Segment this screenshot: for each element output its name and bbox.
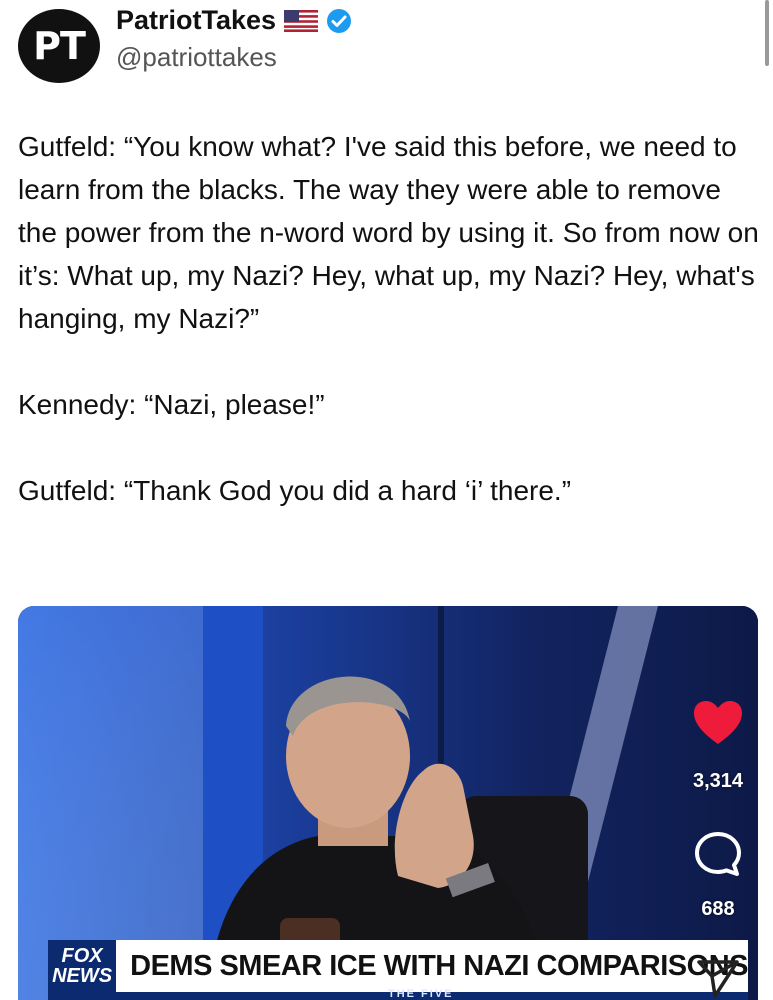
share-paper-plane-icon <box>697 960 739 998</box>
show-name: THE FIVE <box>388 988 454 1000</box>
comment-button[interactable] <box>670 830 766 880</box>
tweet-text: Gutfeld: “You know what? I've said this … <box>18 125 763 512</box>
handle[interactable]: @patriottakes <box>116 42 277 73</box>
share-button[interactable] <box>670 956 766 1000</box>
tweet-paragraph: Gutfeld: “You know what? I've said this … <box>18 131 759 334</box>
us-flag-icon <box>284 9 319 32</box>
comment-count-wrap: 688 <box>670 898 766 921</box>
heart-icon <box>694 701 742 744</box>
like-count: 3,314 <box>692 770 744 792</box>
like-count-wrap: 3,314 <box>670 770 766 793</box>
logo-line: FOX <box>61 945 103 967</box>
verified-badge-icon <box>327 8 352 33</box>
display-name-row: PatriotTakes <box>116 5 352 36</box>
video-player[interactable]: FOX NEWS DEMS SMEAR ICE WITH NAZI COMPAR… <box>18 606 758 1000</box>
tweet-paragraph: Kennedy: “Nazi, please!” <box>18 389 325 420</box>
chyron-headline: DEMS SMEAR ICE WITH NAZI COMPARISONS <box>130 949 748 982</box>
logo-line: NEWS <box>52 965 113 987</box>
fox-news-logo: FOX NEWS <box>48 940 117 992</box>
comment-bubble-icon <box>695 832 741 876</box>
scrollbar[interactable] <box>765 0 769 66</box>
comment-count: 688 <box>701 898 735 920</box>
display-name[interactable]: PatriotTakes <box>116 5 276 36</box>
avatar[interactable]: PT <box>18 9 100 83</box>
tweet-paragraph: Gutfeld: “Thank God you did a hard ‘i’ t… <box>18 475 572 506</box>
like-button[interactable] <box>670 700 766 746</box>
news-chyron: FOX NEWS DEMS SMEAR ICE WITH NAZI COMPAR… <box>48 940 748 992</box>
